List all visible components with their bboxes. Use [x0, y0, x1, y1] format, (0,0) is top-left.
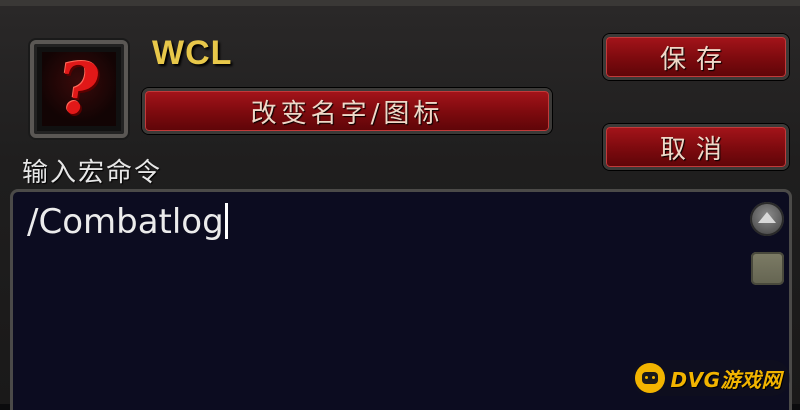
cancel-button[interactable]: 取消 [603, 124, 789, 170]
arrow-up-icon [758, 212, 776, 223]
macro-text-content[interactable]: /Combatlog [27, 202, 228, 242]
input-macro-label: 输入宏命令 [22, 158, 163, 188]
scrollbar-thumb[interactable] [751, 252, 784, 285]
question-mark-icon: ? [42, 47, 116, 130]
watermark: DVG游戏网 [631, 360, 790, 396]
save-button[interactable]: 保存 [603, 34, 789, 80]
gamepad-logo-icon [634, 363, 665, 393]
macro-icon-button[interactable]: ? [30, 40, 128, 138]
macro-name: WCL [152, 34, 233, 72]
macro-text: /Combatlog [27, 202, 224, 242]
watermark-text: DVG游戏网 [670, 367, 782, 392]
text-caret [224, 203, 228, 239]
change-name-icon-button[interactable]: 改变名字/图标 [142, 88, 552, 134]
scroll-up-button[interactable] [750, 202, 784, 236]
macro-dialog: ? WCL 改变名字/图标 保存 取消 输入宏命令 /Combatlog DVG… [0, 0, 800, 410]
